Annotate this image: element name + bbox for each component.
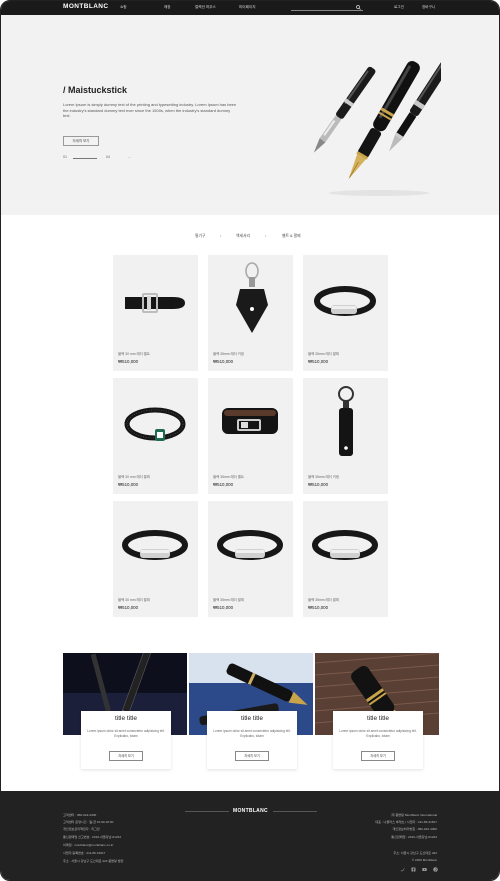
product-price: ₩510,000	[213, 482, 234, 487]
footer-right-line: 대표 : 니콜라스 바레츠 | 사업자 : 211-86-31817	[375, 820, 437, 824]
footer-divider	[273, 811, 317, 812]
youtube-icon[interactable]	[422, 867, 427, 872]
feature-text: Lorem ipsum dolor sit amet consectetur a…	[213, 729, 291, 738]
tab-separator: •	[265, 234, 267, 238]
product-card[interactable]: 블랙 35mm 레더 팔찌 ₩510,000	[208, 501, 293, 617]
belt-image	[222, 408, 278, 434]
product-name: 블랙 30 mm 레더 팔찌	[118, 475, 150, 479]
hero-title: / Maistuckstick	[63, 85, 128, 95]
product-name: 블랙 35mm 레더 키링	[308, 475, 339, 479]
pinterest-icon[interactable]	[433, 867, 438, 872]
product-card[interactable]: 블랙 30 mm 레더 팔찌 ₩510,000	[113, 501, 198, 617]
tab-belts-bracelets[interactable]: 벨트 & 팔찌	[282, 234, 301, 239]
product-name: 블랙 35mm 레더 벨트	[213, 475, 244, 479]
bracelet-image	[217, 530, 283, 560]
product-price: ₩510,000	[213, 359, 234, 364]
pens-image	[313, 60, 441, 196]
bracelet-image	[312, 530, 378, 560]
feature-info-box: title title Lorem ipsum dolor sit amet c…	[81, 711, 171, 769]
product-name: 블랙 35mm 레더 팔찌	[308, 598, 339, 602]
product-card[interactable]: 블랙 30 mm 레더 벨트 ₩510,000	[113, 255, 198, 371]
product-name: 블랙 30 mm 레더 팔찌	[118, 598, 150, 602]
footer-divider	[185, 811, 229, 812]
nav-item-shop[interactable]: 쇼핑	[120, 5, 127, 10]
brand-logo[interactable]: MONTBLANC	[63, 3, 108, 10]
keyring-image	[338, 386, 354, 456]
nav-item-store[interactable]: 매장	[164, 5, 171, 10]
feature-more-button[interactable]: 자세히 보기	[361, 751, 395, 761]
footer-right-line: 주소: 서울시 강남구 도산대로 422	[393, 851, 437, 855]
feature-info-box: title title Lorem ipsum dolor sit amet c…	[207, 711, 297, 769]
footer-right-line: 통신판매업 : 2016-서울강남-01234	[391, 835, 437, 839]
feature-title: title title	[114, 715, 138, 722]
product-card[interactable]: 블랙 35mm 레더 팔찌 ₩510,000	[303, 255, 388, 371]
product-card[interactable]: 블랙 35mm 레더 키링 ₩510,000	[208, 255, 293, 371]
feature-more-button[interactable]: 자세히 보기	[235, 751, 269, 761]
search-icon[interactable]	[356, 5, 361, 10]
search-input[interactable]	[291, 10, 363, 11]
bracelet-image	[124, 407, 186, 441]
keyring-image	[236, 262, 268, 333]
product-name: 블랙 35mm 레더 팔찌	[308, 352, 339, 356]
facebook-icon[interactable]	[411, 867, 416, 872]
product-price: ₩510,000	[308, 482, 329, 487]
footer-logo: MONTBLANC	[233, 808, 268, 814]
feature-text: Lorem ipsum dolor sit amet consectetur a…	[339, 729, 417, 738]
product-name: 블랙 35mm 레더 키링	[213, 352, 244, 356]
feature-card: title title Lorem ipsum dolor sit amet c…	[63, 653, 187, 770]
page-frame: MONTBLANC 쇼핑 매장 컬렉션 하우스 마이페이지 로그인 장바구니 /…	[0, 0, 500, 881]
slide-total: 04	[106, 155, 110, 159]
product-price: ₩510,000	[118, 482, 139, 487]
feature-card: title title Lorem ipsum dolor sit amet c…	[189, 653, 313, 770]
feature-card: title title Lorem ipsum dolor sit amet c…	[315, 653, 439, 770]
nav-login[interactable]: 로그인	[394, 5, 404, 10]
footer-right-line: ㈜ 몽블랑 Montblanc International	[391, 813, 437, 817]
hero-banner: / Maistuckstick Lorem Ipsum is simply du…	[1, 15, 499, 215]
footer-left-line: 이메일 : montblanc@montblanc.co.kr	[63, 843, 114, 847]
footer-left-line: 주소 : 서울시 강남구 도산대로 422 몽블랑 빌딩	[63, 859, 124, 863]
footer-left-line: 고객센터 : 080-022-4300	[63, 813, 97, 817]
belt-image	[125, 293, 185, 313]
tab-accessories[interactable]: 액세서리	[236, 234, 250, 239]
feature-title: title title	[366, 715, 390, 722]
bracelet-image	[122, 530, 188, 560]
footer-left-line: 통신판매업 신고번호 : 2016-서울강남-01234	[63, 835, 121, 839]
bracelet-image	[314, 286, 376, 316]
slide-progress	[73, 158, 97, 159]
twitter-icon[interactable]	[400, 867, 405, 872]
footer-right-line: © 2020 Montblanc	[411, 858, 437, 862]
product-card[interactable]: 블랙 30 mm 레더 팔찌 ₩510,000	[113, 378, 198, 494]
product-card[interactable]: 블랙 35mm 레더 벨트 ₩510,000	[208, 378, 293, 494]
footer-right-line: 개인정보처리방침 : 080-022-4300	[392, 827, 437, 831]
product-card[interactable]: 블랙 35mm 레더 팔찌 ₩510,000	[303, 501, 388, 617]
hero-more-button[interactable]: 자세히 보기	[63, 136, 99, 146]
feature-title: title title	[240, 715, 264, 722]
product-price: ₩510,000	[308, 605, 329, 610]
product-name: 블랙 35mm 레더 팔찌	[213, 598, 244, 602]
slide-next-arrow[interactable]: →	[127, 154, 131, 159]
footer-left-line: 사업자 등록번호 : 211-86-31817	[63, 851, 106, 855]
footer-left-line: 개인정보관리책임자 : 리그만	[63, 827, 100, 831]
feature-info-box: title title Lorem ipsum dolor sit amet c…	[333, 711, 423, 769]
product-name: 블랙 30 mm 레더 벨트	[118, 352, 150, 356]
product-price: ₩510,000	[213, 605, 234, 610]
top-header: MONTBLANC 쇼핑 매장 컬렉션 하우스 마이페이지 로그인 장바구니	[1, 1, 499, 15]
product-card[interactable]: 블랙 35mm 레더 키링 ₩510,000	[303, 378, 388, 494]
feature-more-button[interactable]: 자세히 보기	[109, 751, 143, 761]
footer-left-line: 고객센터 운영시간 : 월-금 10:00-18:00	[63, 820, 114, 824]
tab-pens[interactable]: 필기구	[195, 234, 205, 239]
slide-current: 01	[63, 155, 67, 159]
nav-item-mypage[interactable]: 마이페이지	[239, 5, 256, 10]
nav-item-collection[interactable]: 컬렉션 하우스	[195, 5, 216, 10]
product-price: ₩510,000	[118, 605, 139, 610]
product-price: ₩510,000	[308, 359, 329, 364]
product-price: ₩510,000	[118, 359, 139, 364]
nav-cart[interactable]: 장바구니	[422, 5, 435, 10]
hero-description: Lorem Ipsum is simply dummy text of the …	[63, 102, 237, 118]
tab-separator: •	[220, 234, 222, 238]
feature-text: Lorem ipsum dolor sit amet consectetur a…	[87, 729, 165, 738]
